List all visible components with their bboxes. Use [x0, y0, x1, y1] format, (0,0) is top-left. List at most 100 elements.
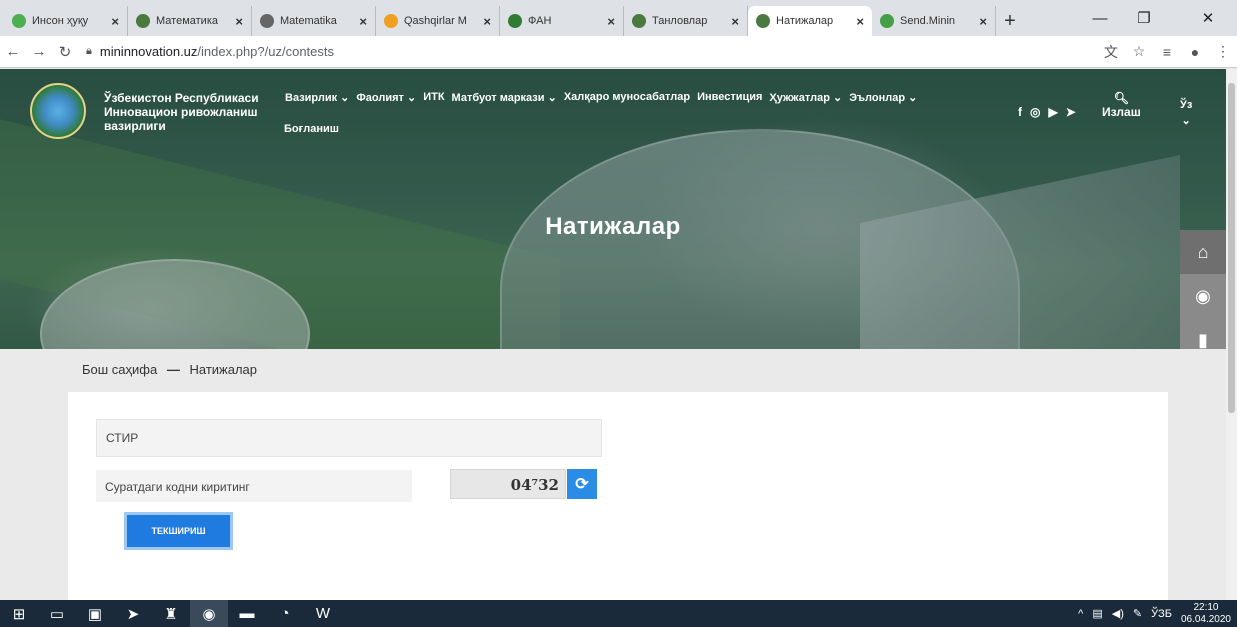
- person-icon: [508, 14, 522, 28]
- clock[interactable]: 22:10 06.04.2020: [1181, 602, 1231, 626]
- paint-app-icon[interactable]: ◔: [266, 600, 304, 627]
- browser-tab[interactable]: Танловлар ×: [624, 6, 748, 36]
- new-tab-button[interactable]: +: [996, 6, 1024, 36]
- save-app-icon[interactable]: ▣: [76, 600, 114, 627]
- telegram-icon[interactable]: ➤: [1066, 105, 1076, 119]
- minimize-icon[interactable]: —: [1078, 6, 1122, 30]
- clock-time: 22:10: [1193, 601, 1219, 613]
- main-navigation: Вазирлик ⌄ Фаолият ⌄ ИТК Матбуот маркази ⌄ Х…: [285, 91, 917, 104]
- store-app-icon[interactable]: ♜: [152, 600, 190, 627]
- nav-item[interactable]: Эълонлар ⌄: [849, 91, 917, 104]
- windows-start-icon[interactable]: ⊞: [0, 600, 38, 627]
- browser-tab[interactable]: Qashqirlar M ×: [376, 6, 500, 36]
- search-button[interactable]: 🔍︎ Излаш: [1102, 91, 1141, 119]
- search-icon: 🔍︎: [1113, 91, 1129, 105]
- browser-tab[interactable]: ФАН ×: [500, 6, 624, 36]
- nav-item-contact[interactable]: Боғланиш: [284, 123, 339, 135]
- tray-language[interactable]: ЎЗБ: [1151, 608, 1172, 620]
- globe-icon: [136, 14, 150, 28]
- tin-input[interactable]: СТИР: [96, 419, 602, 457]
- ministry-name[interactable]: Ўзбекистон Республикаси Инновацион ривож…: [104, 91, 284, 133]
- facebook-icon[interactable]: f: [1018, 105, 1022, 119]
- tab-close-icon[interactable]: ×: [856, 14, 864, 29]
- eye-icon[interactable]: ◉: [1180, 274, 1226, 318]
- nav-item[interactable]: Матбуот маркази ⌄: [452, 91, 557, 104]
- file-explorer-icon[interactable]: ▬: [228, 600, 266, 627]
- captcha-image: 04⁷32: [450, 469, 566, 499]
- nav-item[interactable]: Фаолият ⌄: [356, 91, 416, 104]
- task-view-icon[interactable]: ▭: [38, 600, 76, 627]
- word-app-icon[interactable]: W: [304, 600, 342, 627]
- lock-icon: 🔒︎: [86, 45, 92, 57]
- url-path: /index.php?/uz/contests: [197, 44, 335, 59]
- nav-item[interactable]: Халқаро муносабатлар: [564, 91, 690, 104]
- tab-close-icon[interactable]: ×: [359, 14, 367, 29]
- tab-label: Математика: [156, 15, 218, 27]
- scrollbar-thumb[interactable]: [1228, 83, 1235, 413]
- home-icon[interactable]: ⌂: [1180, 230, 1226, 274]
- menu-icon[interactable]: ⋮: [1209, 39, 1237, 65]
- forward-icon[interactable]: →: [26, 39, 52, 65]
- people-icon: [12, 14, 26, 28]
- browser-tab[interactable]: Send.Minin ×: [872, 6, 996, 36]
- nav-item[interactable]: Инвестиция: [697, 91, 762, 104]
- browser-tab-strip: Инсон ҳуқу × Математика × Matematika × Qashqir…: [0, 0, 1237, 36]
- check-button[interactable]: ТЕКШИРИШ: [127, 515, 230, 547]
- nav-item[interactable]: Ҳужжатлар ⌄: [769, 91, 842, 104]
- globe-icon: [260, 14, 274, 28]
- breadcrumb-home-link[interactable]: Бош саҳифа: [82, 362, 157, 377]
- nav-item[interactable]: Вазирлик ⌄: [285, 91, 349, 104]
- volume-icon[interactable]: ◀): [1112, 607, 1124, 620]
- translate-icon[interactable]: 文: [1097, 39, 1125, 65]
- globe-icon: [756, 14, 770, 28]
- breadcrumb-current: Натижалар: [189, 362, 258, 377]
- telegram-app-icon[interactable]: ➤: [114, 600, 152, 627]
- system-tray: ^ ▤ ◀) ✎ ЎЗБ 22:10 06.04.2020: [1078, 600, 1231, 627]
- chevron-down-icon: ⌄: [1181, 115, 1191, 127]
- page-title: Натижалар: [545, 213, 681, 240]
- book-icon: [384, 14, 398, 28]
- windows-taskbar: ⊞ ▭ ▣ ➤ ♜ ◉ ▬ ◔ W ^ ▤ ◀) ✎ ЎЗБ 22:10 06.…: [0, 600, 1237, 627]
- youtube-icon[interactable]: ▶: [1048, 105, 1057, 119]
- tray-chevron-icon[interactable]: ^: [1078, 608, 1083, 620]
- reload-icon[interactable]: ↻: [52, 39, 78, 65]
- tab-label: Натижалар: [776, 15, 834, 27]
- tab-label: Matematika: [280, 15, 337, 27]
- network-icon[interactable]: ▤: [1092, 607, 1102, 620]
- tab-close-icon[interactable]: ×: [235, 14, 243, 29]
- tab-label: Танловлар: [652, 15, 708, 27]
- tab-close-icon[interactable]: ×: [731, 14, 739, 29]
- captcha-refresh-button[interactable]: ⟳: [567, 469, 597, 499]
- search-label: Излаш: [1102, 105, 1141, 119]
- page-scrollbar[interactable]: [1226, 69, 1237, 600]
- browser-tab[interactable]: Математика ×: [128, 6, 252, 36]
- tab-close-icon[interactable]: ×: [979, 14, 987, 29]
- tab-close-icon[interactable]: ×: [483, 14, 491, 29]
- profile-avatar-icon[interactable]: ●: [1181, 39, 1209, 65]
- clock-date: 06.04.2020: [1180, 613, 1231, 625]
- chrome-app-icon[interactable]: ◉: [190, 600, 228, 627]
- browser-tab[interactable]: Matematika ×: [252, 6, 376, 36]
- tab-label: ФАН: [528, 15, 552, 27]
- pen-icon[interactable]: ✎: [1133, 607, 1142, 620]
- send-icon: [880, 14, 894, 28]
- url-host: mininnovation.uz: [99, 44, 198, 59]
- bookmark-star-icon[interactable]: ☆: [1125, 39, 1153, 65]
- browser-tab[interactable]: Натижалар ×: [748, 6, 872, 36]
- instagram-icon[interactable]: ◎: [1030, 105, 1040, 119]
- main-content: Бош саҳифа — Натижалар СТИР Суратдаги ко…: [0, 349, 1226, 600]
- maximize-icon[interactable]: ❐: [1122, 6, 1166, 30]
- back-icon[interactable]: ←: [0, 39, 26, 65]
- captcha-input[interactable]: Суратдаги кодни киритинг: [96, 470, 412, 502]
- nav-item[interactable]: ИТК: [423, 91, 444, 104]
- state-emblem-logo[interactable]: [30, 83, 86, 139]
- check-form-card: СТИР Суратдаги кодни киритинг 04⁷32 ⟳ ТЕ…: [68, 392, 1168, 600]
- browser-tab[interactable]: Инсон ҳуқу ×: [4, 6, 128, 36]
- tab-close-icon[interactable]: ×: [607, 14, 615, 29]
- address-bar[interactable]: 🔒︎ mininnovation.uz/index.php?/uz/contes…: [78, 44, 1097, 59]
- refresh-icon: ⟳: [575, 476, 589, 493]
- tab-close-icon[interactable]: ×: [111, 14, 119, 29]
- reading-list-icon[interactable]: ≡: [1153, 39, 1181, 65]
- close-window-icon[interactable]: ✕: [1186, 6, 1230, 30]
- language-selector[interactable]: Ўз ⌄: [1180, 97, 1192, 129]
